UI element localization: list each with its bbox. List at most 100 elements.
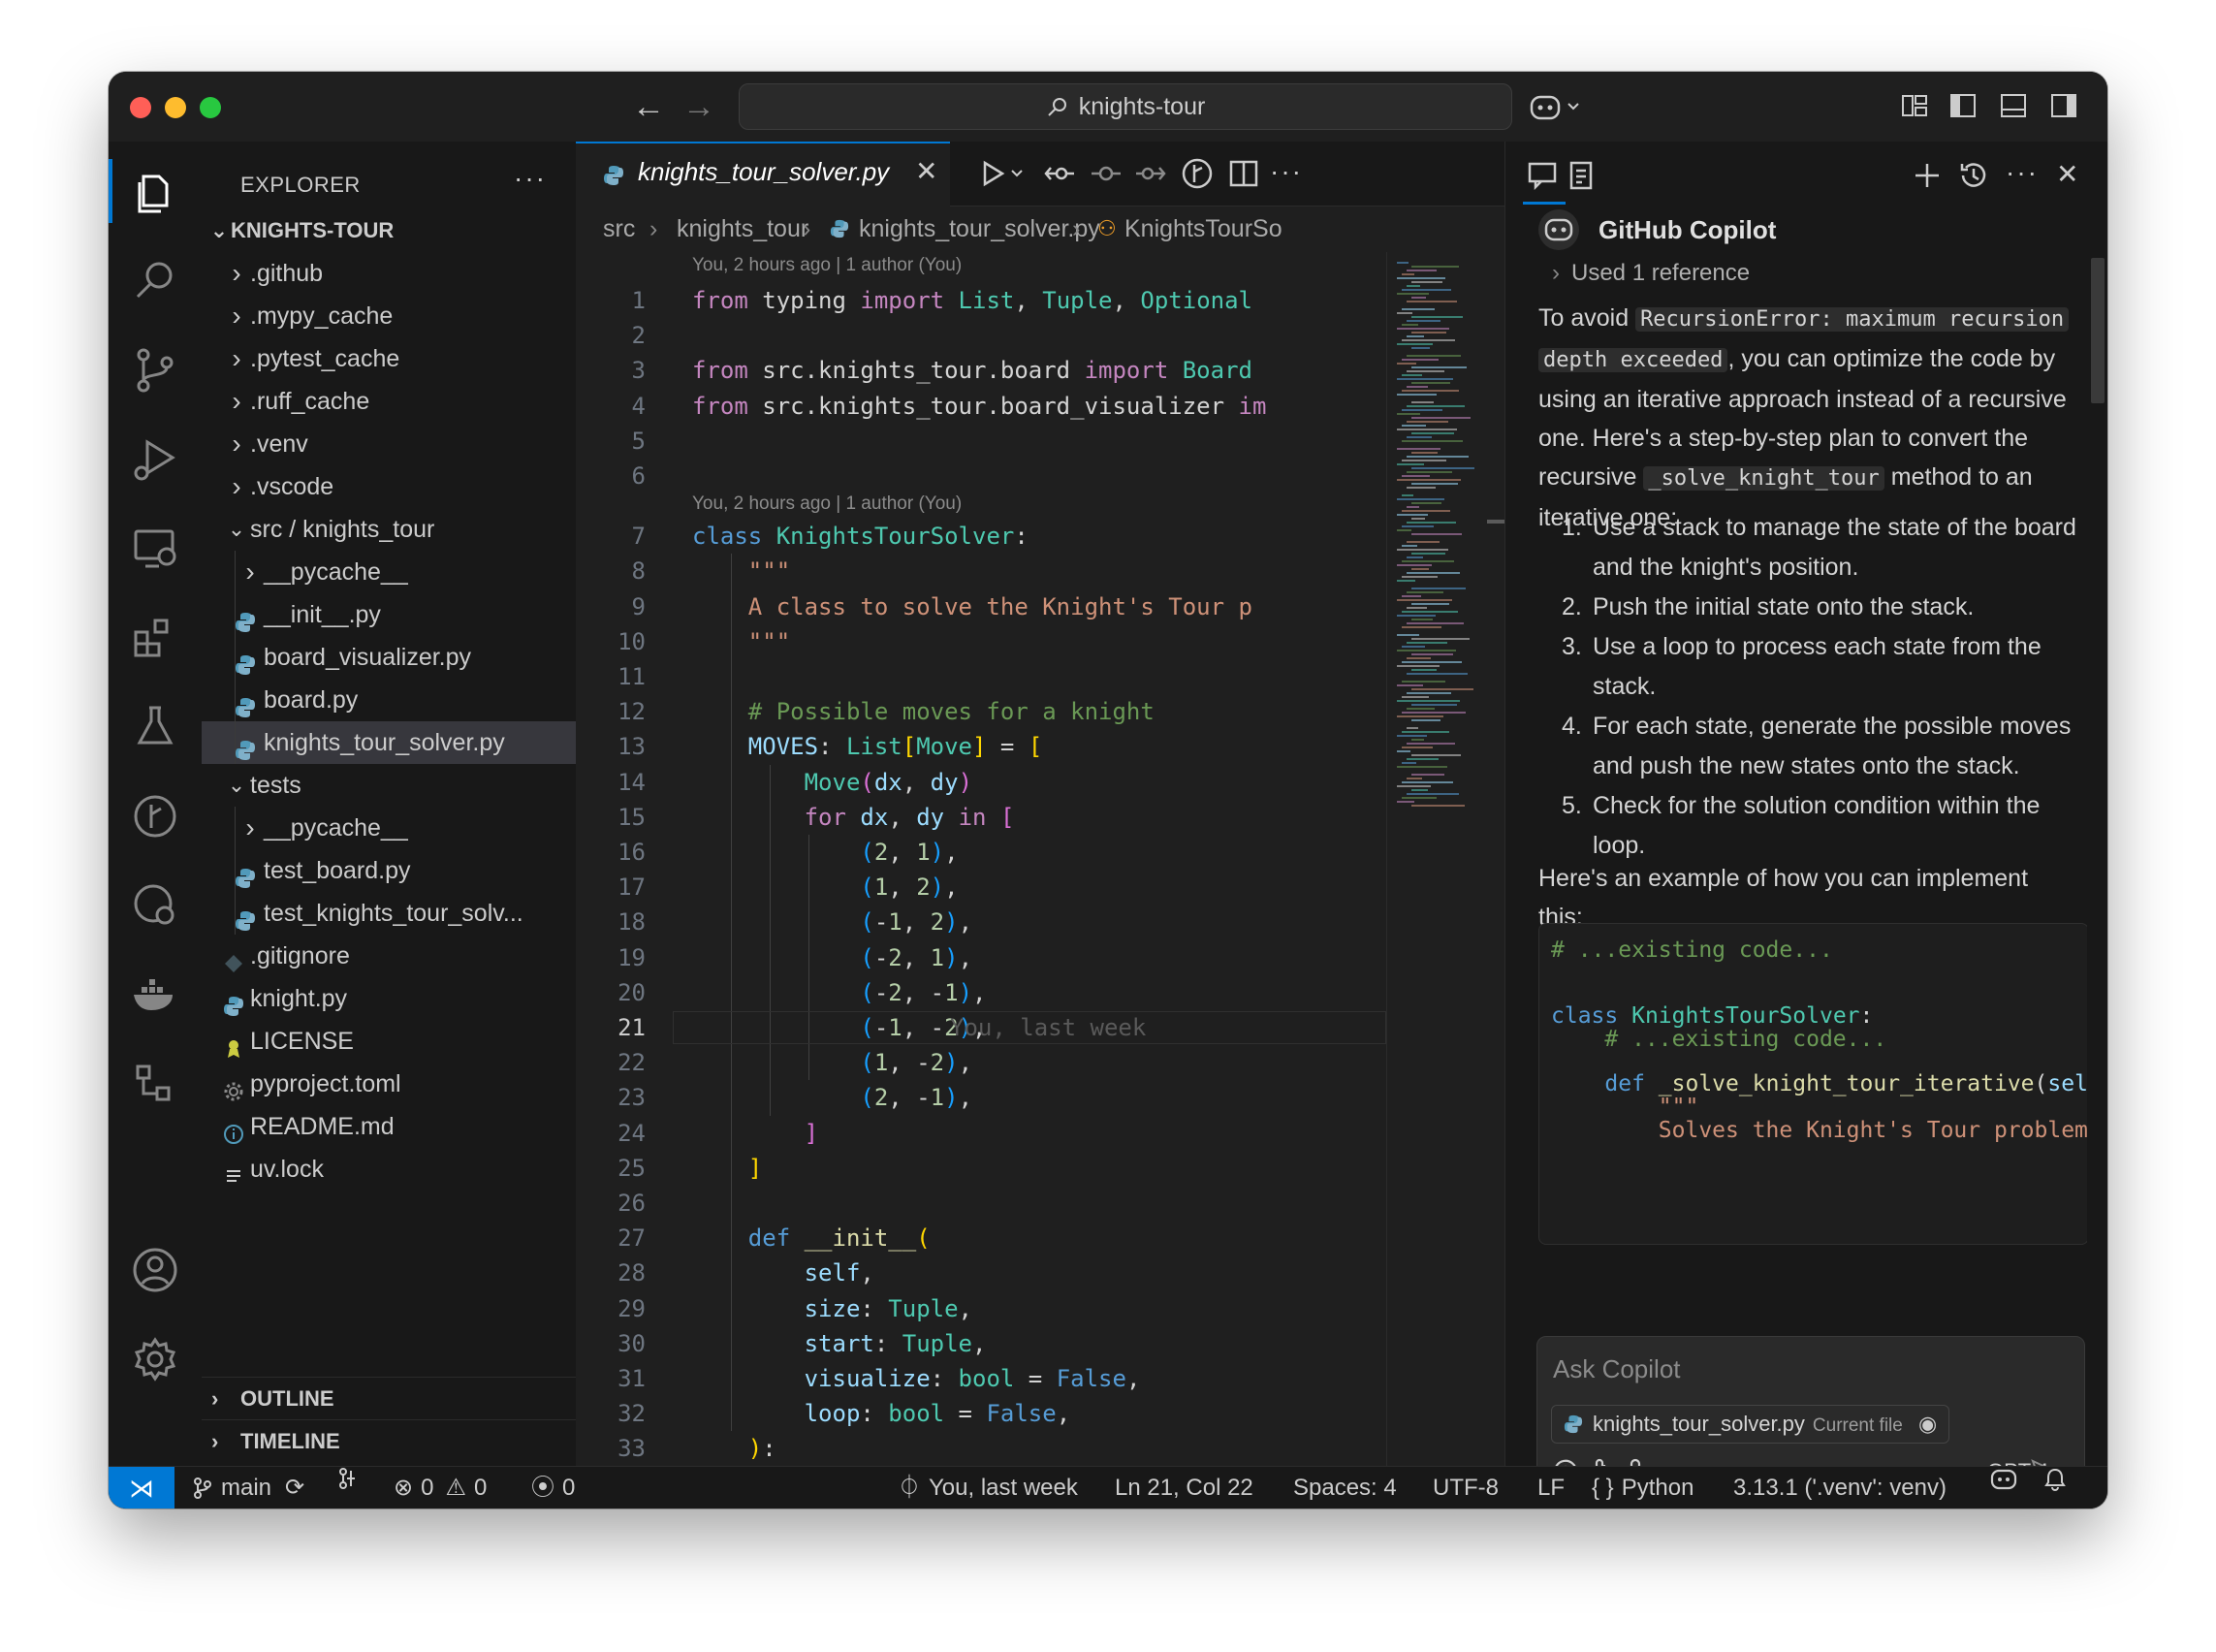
used-reference-toggle[interactable]: › Used 1 reference xyxy=(1552,260,1750,287)
revert-change-icon[interactable] xyxy=(1043,157,1076,190)
git-graph-icon[interactable] xyxy=(130,791,180,842)
tree-item[interactable]: knights_tour_solver.py xyxy=(202,721,576,764)
breadcrumb-file[interactable]: knights_tour_solver.py xyxy=(859,206,1100,252)
problems-status[interactable]: ⊗ 0 ⚠ 0 xyxy=(394,1467,487,1509)
close-tab-icon[interactable]: ✕ xyxy=(915,155,937,187)
eye-icon[interactable]: ◉ xyxy=(1918,1412,1937,1436)
notifications-bell-icon[interactable] xyxy=(2043,1467,2067,1492)
python-file-icon xyxy=(1564,1414,1583,1434)
code-line: 20 (-2, -1), xyxy=(576,975,1386,1010)
cursor-position[interactable]: Ln 21, Col 22 xyxy=(1115,1467,1253,1509)
code-editor[interactable]: You, 2 hours ago | 1 author (You) You, 2… xyxy=(576,252,1386,1466)
structure-icon[interactable] xyxy=(130,1059,180,1109)
tree-item[interactable]: board_visualizer.py xyxy=(202,636,576,679)
more-editor-actions-icon[interactable]: ··· xyxy=(1270,157,1303,190)
python-interpreter[interactable]: 3.13.1 ('.venv': venv) xyxy=(1733,1467,1947,1509)
tree-item[interactable]: › .venv xyxy=(202,423,576,465)
python-file-icon xyxy=(235,860,256,888)
run-and-debug-icon[interactable] xyxy=(130,434,180,485)
line-number: 25 xyxy=(617,1154,646,1182)
chat-scrollbar[interactable] xyxy=(2091,258,2105,403)
tree-item[interactable]: uv.lock xyxy=(202,1148,576,1191)
new-chat-icon[interactable] xyxy=(1911,159,1944,192)
tree-item[interactable]: LICENSE xyxy=(202,1020,576,1063)
blame-status[interactable]: ⏀ You, last week xyxy=(898,1467,1078,1509)
tree-item[interactable]: › .github xyxy=(202,252,576,295)
chat-input-placeholder[interactable]: Ask Copilot xyxy=(1553,1354,1681,1384)
explorer-icon[interactable] xyxy=(130,167,180,217)
minimap[interactable] xyxy=(1386,252,1488,1466)
more-chat-actions-icon[interactable]: ··· xyxy=(2006,159,2039,192)
tab-knights-tour-solver[interactable]: knights_tour_solver.py ✕ xyxy=(576,142,950,206)
minimap-line xyxy=(1397,549,1448,551)
current-file-context-chip[interactable]: knights_tour_solver.py Current file ◉ xyxy=(1551,1405,1950,1444)
minimize-window-button[interactable] xyxy=(165,97,186,118)
split-editor-icon[interactable] xyxy=(1227,157,1260,190)
search-icon[interactable] xyxy=(130,256,180,306)
breadcrumb-knights-tour[interactable]: knights_tour xyxy=(677,206,808,252)
eol-status[interactable]: LF xyxy=(1537,1467,1565,1509)
back-arrow-icon[interactable]: ← xyxy=(632,87,665,126)
tree-item[interactable]: pyproject.toml xyxy=(202,1063,576,1105)
git-graph-status-icon[interactable] xyxy=(337,1467,359,1490)
encoding-status[interactable]: UTF-8 xyxy=(1433,1467,1499,1509)
editor-group: knights_tour_solver.py ✕ ··· src › knigh… xyxy=(576,142,1504,1466)
tree-item[interactable]: .gitignore xyxy=(202,935,576,977)
testing-icon[interactable] xyxy=(130,702,180,752)
commit-icon[interactable] xyxy=(1090,157,1123,190)
editor-scrollbar[interactable] xyxy=(1487,252,1504,1466)
git-timeline-icon[interactable] xyxy=(1181,157,1214,190)
remote-explorer-icon[interactable] xyxy=(130,524,180,574)
customize-layout-icon[interactable] xyxy=(1900,91,1931,122)
close-panel-icon[interactable]: ✕ xyxy=(2056,159,2089,192)
tree-item[interactable]: ⌄ src / knights_tour xyxy=(202,508,576,551)
tree-item[interactable]: README.md xyxy=(202,1105,576,1148)
tree-item[interactable]: › .mypy_cache xyxy=(202,295,576,337)
run-python-file-icon[interactable] xyxy=(973,157,1031,190)
tree-item[interactable]: › .pytest_cache xyxy=(202,337,576,380)
docker-icon[interactable] xyxy=(130,969,180,1020)
code-suggestion-block[interactable]: # ...existing code... class KnightsTourS… xyxy=(1538,923,2087,1245)
toggle-secondary-sidebar-icon[interactable] xyxy=(2049,91,2080,122)
more-actions-button[interactable]: ··· xyxy=(514,163,547,194)
close-window-button[interactable] xyxy=(130,97,151,118)
indentation-status[interactable]: Spaces: 4 xyxy=(1293,1467,1397,1509)
ports-status[interactable]: ⦿ 0 xyxy=(531,1467,575,1509)
breadcrumb-class[interactable]: KnightsTourSo xyxy=(1124,206,1282,252)
tree-item[interactable]: knight.py xyxy=(202,977,576,1020)
tree-item[interactable]: ⌄ tests xyxy=(202,764,576,807)
timeline-section[interactable]: › TIMELINE xyxy=(202,1419,576,1463)
code-line: 15 for dx, dy in [ xyxy=(576,800,1386,835)
outline-section[interactable]: › OUTLINE xyxy=(202,1377,576,1420)
sync-icon[interactable]: ⟳ xyxy=(285,1467,304,1509)
timeline-history-icon[interactable] xyxy=(130,880,180,931)
copilot-menu-icon[interactable] xyxy=(1528,91,1586,122)
breadcrumb-src[interactable]: src xyxy=(603,206,635,252)
extensions-icon[interactable] xyxy=(130,613,180,663)
toggle-primary-sidebar-icon[interactable] xyxy=(1948,91,1979,122)
next-change-icon[interactable] xyxy=(1134,157,1167,190)
copilot-status-icon[interactable] xyxy=(1989,1467,2018,1492)
tree-item[interactable]: › __pycache__ xyxy=(202,807,576,849)
accounts-icon[interactable] xyxy=(130,1245,180,1295)
tree-item[interactable]: board.py xyxy=(202,679,576,721)
branch-status[interactable]: main ⟳ xyxy=(192,1467,304,1509)
forward-arrow-icon[interactable]: → xyxy=(682,87,715,126)
tree-item[interactable]: test_board.py xyxy=(202,849,576,892)
remote-indicator-icon[interactable]: ⋊ xyxy=(109,1467,174,1509)
chat-view-icon[interactable] xyxy=(1527,159,1560,192)
toggle-panel-icon[interactable] xyxy=(1999,91,2030,122)
chat-history-icon[interactable] xyxy=(1957,159,1990,192)
language-mode[interactable]: { } Python xyxy=(1592,1467,1694,1509)
maximize-window-button[interactable] xyxy=(200,97,221,118)
source-control-icon[interactable] xyxy=(130,345,180,396)
tree-item[interactable]: › __pycache__ xyxy=(202,551,576,593)
tree-item[interactable]: test_knights_tour_solv... xyxy=(202,892,576,935)
tree-item[interactable]: › .vscode xyxy=(202,465,576,508)
command-center-search[interactable]: knights-tour xyxy=(739,83,1512,130)
settings-gear-icon[interactable] xyxy=(130,1334,180,1384)
workspace-root[interactable]: ⌄ KNIGHTS-TOUR xyxy=(202,209,576,252)
tree-item[interactable]: __init__.py xyxy=(202,593,576,636)
edits-view-icon[interactable] xyxy=(1566,159,1599,192)
tree-item[interactable]: › .ruff_cache xyxy=(202,380,576,423)
